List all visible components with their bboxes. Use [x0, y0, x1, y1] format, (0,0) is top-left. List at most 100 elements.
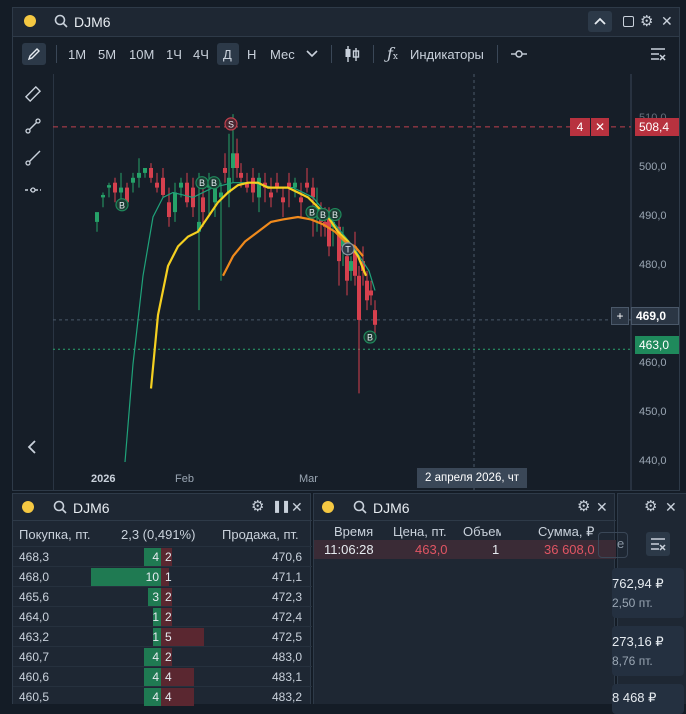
- maximize-icon[interactable]: [623, 16, 634, 27]
- ask-qty: 2: [165, 650, 172, 664]
- filter-button[interactable]: [646, 532, 670, 556]
- portfolio-value: 273,16 ₽: [612, 634, 664, 649]
- chevron-down-icon[interactable]: [306, 50, 318, 58]
- candle-body: [101, 194, 105, 198]
- order-cancel-button[interactable]: ✕: [591, 118, 609, 136]
- crosshair-tool-icon[interactable]: [511, 48, 527, 60]
- tf-week[interactable]: Н: [247, 45, 256, 65]
- candle-body: [113, 182, 117, 193]
- close-icon[interactable]: ✕: [291, 499, 303, 516]
- list-settings-icon[interactable]: [650, 46, 666, 62]
- orderbook-row[interactable]: 464,0 1 2 472,4: [13, 606, 312, 627]
- trade-time: 11:06:28: [324, 542, 374, 557]
- orderbook-window: DJM6 ⚙ ❚❚ ✕ Покупка, пт. 2,3 (0,491%) Пр…: [12, 493, 312, 706]
- bid-price: 460,5: [19, 690, 50, 704]
- toolbar-sep3: [373, 45, 374, 63]
- orderbook-row[interactable]: 468,0 10 1 471,1: [13, 566, 312, 587]
- link-color-dot[interactable]: [22, 501, 34, 513]
- ask-price: 470,6: [271, 550, 302, 564]
- bid-price: 468,0: [19, 570, 50, 584]
- ask-qty: 1: [165, 570, 172, 584]
- bid-qty: 1: [152, 630, 159, 644]
- candle-body: [185, 182, 189, 203]
- candle-body: [167, 202, 171, 217]
- tf-day[interactable]: Д: [223, 45, 232, 65]
- link-color-dot[interactable]: [24, 15, 36, 27]
- orderbook-row[interactable]: 465,6 3 2 472,3: [13, 586, 312, 607]
- orderbook-row[interactable]: 463,2 1 5 472,5: [13, 626, 312, 647]
- search-icon[interactable]: [54, 14, 68, 28]
- candle-body: [369, 290, 373, 296]
- gear-icon[interactable]: ⚙: [577, 497, 590, 515]
- trade-volume: 1: [492, 542, 500, 557]
- orderbook-ticker[interactable]: DJM6: [73, 500, 110, 516]
- candle-body: [131, 177, 135, 183]
- tf-10m[interactable]: 10М: [129, 45, 154, 65]
- toolbar-sep: [56, 45, 57, 63]
- candle-body: [281, 197, 285, 203]
- close-icon[interactable]: ✕: [661, 13, 673, 30]
- trades-ticker[interactable]: DJM6: [373, 500, 410, 516]
- ruler-icon[interactable]: [25, 86, 41, 102]
- portfolio-card[interactable]: 273,16 ₽ 8,76 пт.: [612, 626, 684, 676]
- ray-icon[interactable]: [25, 150, 41, 166]
- portfolio-card[interactable]: 8 468 ₽: [612, 684, 684, 714]
- trade-sum: 36 608,0: [544, 542, 595, 557]
- candle-body: [373, 310, 377, 325]
- function-icon: ƒx: [387, 44, 398, 63]
- gear-icon[interactable]: ⚙: [640, 12, 653, 30]
- search-icon[interactable]: [53, 500, 67, 514]
- bid-qty: 10: [145, 570, 159, 584]
- portfolio-card[interactable]: 762,94 ₽ 2,50 пт.: [612, 568, 684, 618]
- pencil-icon: [27, 48, 40, 61]
- trend-line-icon[interactable]: [25, 118, 41, 134]
- tf-4h[interactable]: 4Ч: [193, 45, 209, 65]
- gear-icon[interactable]: ⚙: [644, 497, 657, 515]
- tf-1m[interactable]: 1М: [68, 45, 86, 65]
- orderbook-row[interactable]: 468,3 4 2 470,6: [13, 546, 312, 567]
- ask-qty: 4: [165, 690, 172, 704]
- crosshair-plus-button[interactable]: +: [611, 307, 629, 325]
- portfolio-window: ⚙ ✕ e 762,94 ₽ 2,50 пт. 273,16 ₽ 8,76 пт…: [598, 493, 686, 714]
- search-icon[interactable]: [353, 500, 367, 514]
- tf-1h[interactable]: 1Ч: [166, 45, 182, 65]
- last-price-label: 463,0: [635, 336, 679, 354]
- trades-window: DJM6 ⚙ ✕ Время Цена, пт. Объем Сумма, ₽ …: [313, 493, 616, 704]
- chevron-up-icon: [594, 17, 606, 25]
- close-icon[interactable]: ✕: [596, 499, 608, 516]
- pause-icon[interactable]: ❚❚: [272, 499, 291, 513]
- orderbook-row[interactable]: 460,7 4 2 483,0: [13, 646, 312, 667]
- link-color-dot[interactable]: [322, 501, 334, 513]
- crosshair-price-label: 469,0: [631, 307, 679, 325]
- trades-header: Время Цена, пт. Объем Сумма, ₽: [314, 520, 616, 541]
- bid-qty: 4: [152, 550, 159, 564]
- chart-ticker[interactable]: DJM6: [74, 14, 111, 30]
- candle-body: [349, 261, 353, 271]
- order-qty-tag[interactable]: 4: [570, 118, 590, 136]
- pencil-button[interactable]: [22, 43, 46, 65]
- horizontal-line-icon[interactable]: [25, 184, 41, 196]
- portfolio-search-field[interactable]: e: [598, 532, 628, 558]
- candle-body: [137, 172, 141, 178]
- signal-marker-label: B: [211, 178, 217, 188]
- ask-qty: 2: [165, 550, 172, 564]
- chevron-left-icon[interactable]: [27, 440, 37, 454]
- tf-month[interactable]: Мес: [270, 45, 295, 65]
- close-icon[interactable]: ✕: [665, 499, 677, 516]
- orderbook-row[interactable]: 460,6 4 4 483,1: [13, 666, 312, 687]
- ask-price: 483,1: [271, 670, 302, 684]
- candle-body: [345, 256, 349, 281]
- ask-price: 472,4: [271, 610, 302, 624]
- drawing-tools: [13, 74, 54, 490]
- list-settings-icon: [651, 538, 666, 551]
- candle-body: [143, 168, 147, 173]
- gear-icon[interactable]: ⚙: [251, 497, 264, 515]
- tf-5m[interactable]: 5М: [98, 45, 116, 65]
- bid-price: 460,7: [19, 650, 50, 664]
- crosshair-date-label: 2 апреля 2026, чт: [417, 468, 527, 488]
- candles-icon[interactable]: [344, 45, 360, 63]
- price-chart[interactable]: BBSBB BTBB: [53, 74, 679, 490]
- collapse-button[interactable]: [588, 11, 612, 32]
- indicators-button[interactable]: Индикаторы: [410, 45, 484, 65]
- signal-marker-label: B: [332, 210, 338, 220]
